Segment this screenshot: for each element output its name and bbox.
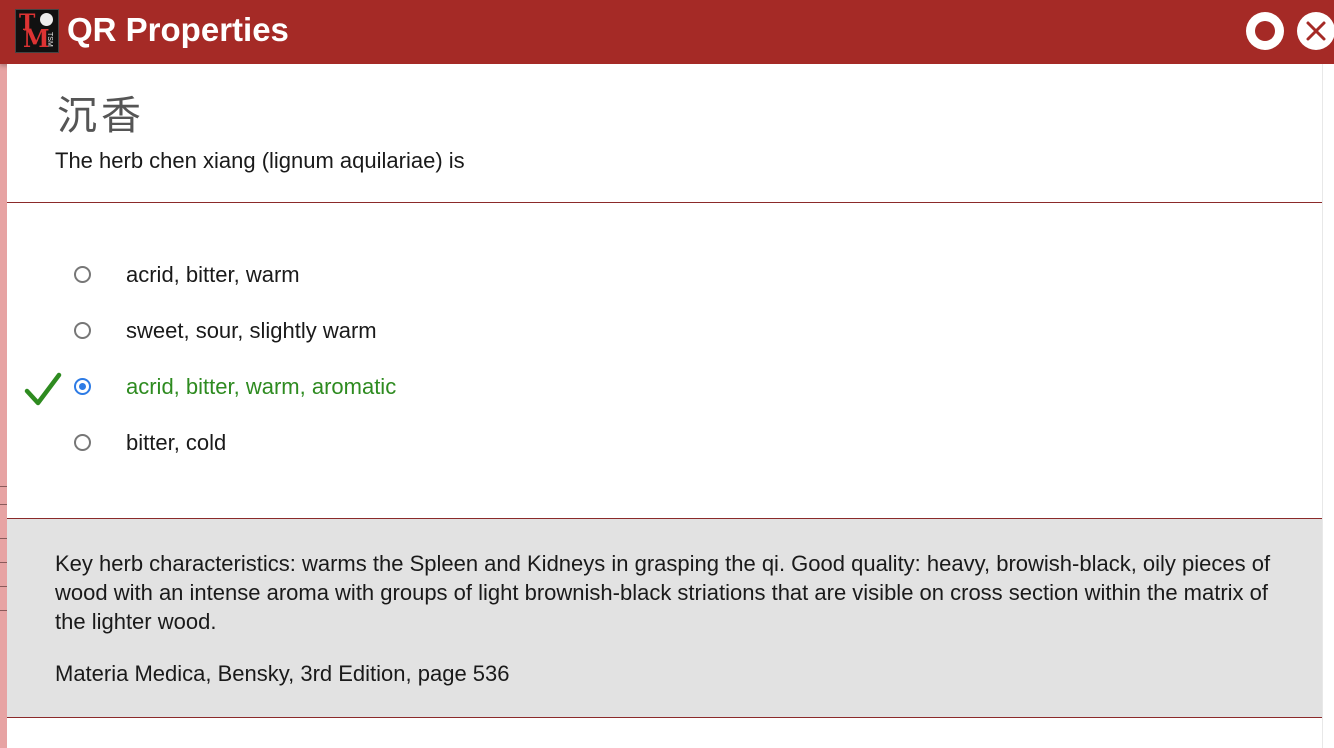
divider <box>0 586 7 587</box>
answer-label: bitter, cold <box>126 430 227 455</box>
herb-characters: 沉香 <box>57 93 145 139</box>
question-card: 沉香 The herb chen xiang (lignum aquilaria… <box>7 64 1323 748</box>
answer-option[interactable]: sweet, sour, slightly warm <box>7 312 707 356</box>
record-icon <box>1255 21 1275 41</box>
radio-button[interactable] <box>74 378 91 395</box>
question-area: 沉香 The herb chen xiang (lignum aquilaria… <box>7 64 1323 203</box>
radio-button[interactable] <box>74 434 91 451</box>
radio-button[interactable] <box>74 322 91 339</box>
divider <box>0 538 7 539</box>
background-window-strip <box>0 0 7 748</box>
radio-button[interactable] <box>74 266 91 283</box>
answer-option[interactable]: acrid, bitter, warm, aromatic <box>7 368 707 412</box>
explanation-panel: Key herb characteristics: warms the Sple… <box>7 518 1323 718</box>
close-button[interactable] <box>1297 12 1334 50</box>
answer-option[interactable]: bitter, cold <box>7 424 707 468</box>
checkmark-icon <box>24 372 62 406</box>
explanation-text: Key herb characteristics: warms the Sple… <box>55 551 1271 634</box>
divider <box>0 562 7 563</box>
answer-label: sweet, sour, slightly warm <box>126 318 377 343</box>
question-text: The herb chen xiang (lignum aquilariae) … <box>55 148 465 173</box>
divider <box>0 504 7 505</box>
record-button[interactable] <box>1246 12 1284 50</box>
reference-text: Materia Medica, Bensky, 3rd Edition, pag… <box>55 661 510 686</box>
divider <box>0 610 7 611</box>
app-logo: T M TSM <box>15 9 59 53</box>
window-title: QR Properties <box>67 11 289 48</box>
divider <box>0 486 7 487</box>
scroll-gutter <box>1322 64 1334 748</box>
answer-label: acrid, bitter, warm, aromatic <box>126 374 397 399</box>
title-bar: T M TSM QR Properties <box>0 0 1334 64</box>
logo-text: TSM <box>46 32 53 47</box>
close-icon <box>1306 21 1326 41</box>
answer-option[interactable]: acrid, bitter, warm <box>7 256 707 300</box>
answer-label: acrid, bitter, warm <box>126 262 300 287</box>
